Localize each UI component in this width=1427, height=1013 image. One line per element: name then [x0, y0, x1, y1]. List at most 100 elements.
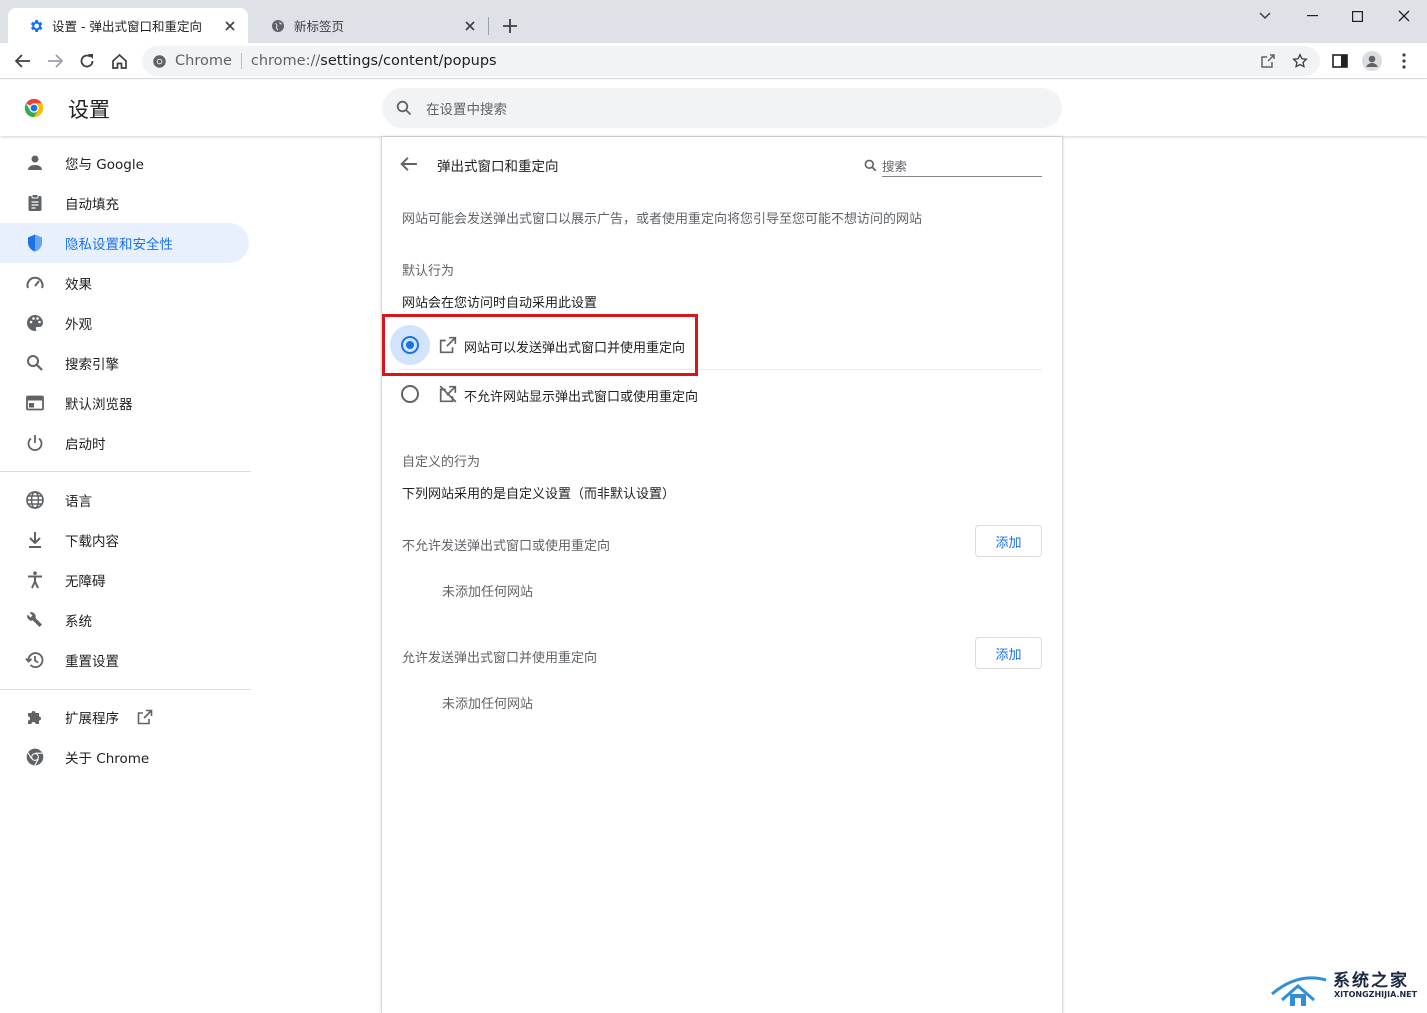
sidebar-item-label: 重置设置: [65, 654, 119, 670]
globe-icon: [26, 491, 44, 509]
sidebar-item-languages[interactable]: 语言: [0, 480, 249, 520]
side-panel-icon: [1332, 54, 1348, 68]
sidebar-item-about-chrome[interactable]: 关于 Chrome: [0, 737, 249, 777]
shield-icon: [28, 234, 42, 252]
gear-icon: [30, 19, 43, 32]
settings-search-input[interactable]: 在设置中搜索: [382, 88, 1062, 128]
wrench-icon: [27, 612, 42, 627]
open-external-icon: [137, 709, 153, 725]
arrow-left-icon: [15, 54, 30, 68]
option-label: 不允许网站显示弹出式窗口或使用重定向: [464, 390, 699, 405]
bookmark-button[interactable]: [1286, 47, 1314, 75]
site-search-input[interactable]: 搜索: [864, 153, 1042, 177]
menu-button[interactable]: [1390, 47, 1418, 75]
site-label: Chrome: [175, 53, 232, 69]
url-path: settings/content/popups: [320, 53, 497, 69]
sidebar-item-label: 系统: [65, 614, 92, 630]
chrome-logo-icon: [24, 98, 44, 118]
url-prefix: chrome://: [250, 53, 321, 69]
page-description: 网站可能会发送弹出式窗口以展示广告，或者使用重定向将您引导至您可能不想访问的网站: [402, 212, 923, 227]
sidebar-item-label: 搜索引擎: [65, 357, 119, 373]
back-button[interactable]: [400, 155, 420, 175]
minimize-button[interactable]: [1289, 0, 1335, 32]
person-icon: [28, 155, 42, 170]
watermark-text: 系统之家: [1333, 971, 1409, 991]
settings-search-placeholder: 在设置中搜索: [426, 102, 507, 118]
browser-icon: [26, 395, 44, 411]
tab-strip: 设置 - 弹出式窗口和重定向 新标签页: [0, 0, 1427, 43]
tab-search-button[interactable]: [1242, 0, 1288, 32]
maximize-button[interactable]: [1334, 0, 1380, 32]
sidebar-item-label: 默认浏览器: [65, 397, 133, 413]
allowed-empty-text: 未添加任何网站: [442, 697, 534, 712]
add-blocked-site-button[interactable]: 添加: [975, 525, 1042, 557]
tab-settings[interactable]: 设置 - 弹出式窗口和重定向: [8, 8, 248, 43]
allowed-list-label: 允许发送弹出式窗口并使用重定向: [402, 651, 598, 666]
search-icon: [864, 159, 877, 171]
search-icon: [396, 100, 412, 116]
address-bar[interactable]: Chrome chrome://settings/content/popups: [142, 46, 1320, 76]
sidebar-item-downloads[interactable]: 下载内容: [0, 520, 249, 560]
sidebar-item-label: 启动时: [65, 437, 106, 453]
sidebar-item-you-and-google[interactable]: 您与 Google: [0, 143, 249, 183]
side-panel-button[interactable]: [1326, 47, 1354, 75]
back-button[interactable]: [9, 47, 37, 75]
share-button[interactable]: [1254, 47, 1282, 75]
add-allowed-site-button[interactable]: 添加: [975, 637, 1042, 669]
forward-button[interactable]: [41, 47, 69, 75]
new-tab-button[interactable]: [499, 15, 521, 37]
download-icon: [29, 532, 41, 548]
home-button[interactable]: [105, 47, 133, 75]
default-behavior-heading: 默认行为: [402, 264, 455, 279]
power-icon: [27, 435, 43, 452]
sidebar-item-label: 关于 Chrome: [65, 751, 150, 767]
close-icon[interactable]: [222, 18, 238, 34]
sidebar-item-on-startup[interactable]: 启动时: [0, 423, 249, 463]
profile-button[interactable]: [1358, 47, 1386, 75]
chrome-icon: [26, 748, 44, 766]
sidebar-item-privacy-security[interactable]: 隐私设置和安全性: [0, 223, 249, 263]
tab-new-tab[interactable]: 新标签页: [250, 8, 488, 43]
home-icon: [111, 53, 127, 69]
blocked-list-label: 不允许发送弹出式窗口或使用重定向: [402, 539, 611, 554]
watermark: 系统之家 XITONGZHIJIA.NET: [1268, 964, 1418, 1008]
radio-block-popups[interactable]: [401, 385, 419, 403]
sidebar-item-appearance[interactable]: 外观: [0, 303, 249, 343]
default-behavior-subheading: 网站会在您访问时自动采用此设置: [402, 296, 598, 311]
sidebar-item-label: 扩展程序: [65, 711, 119, 727]
sidebar-item-autofill[interactable]: 自动填充: [0, 183, 249, 223]
site-search-placeholder: 搜索: [882, 158, 908, 174]
sidebar-item-extensions[interactable]: 扩展程序: [0, 697, 249, 737]
more-vertical-icon: [1402, 53, 1406, 69]
sidebar-item-search-engine[interactable]: 搜索引擎: [0, 343, 249, 383]
sidebar-item-label: 下载内容: [65, 534, 119, 550]
speedometer-icon: [26, 276, 44, 289]
sidebar-item-accessibility[interactable]: 无障碍: [0, 560, 249, 600]
sidebar-divider: [0, 689, 251, 690]
sidebar-item-system[interactable]: 系统: [0, 600, 249, 640]
star-icon: [1292, 53, 1308, 68]
close-window-button[interactable]: [1381, 0, 1427, 32]
url-text: chrome://settings/content/popups: [251, 53, 497, 69]
clipboard-icon: [28, 194, 42, 211]
watermark-logo: [1271, 976, 1327, 1006]
search-icon: [27, 355, 43, 371]
sidebar-item-label: 语言: [65, 494, 92, 510]
avatar-icon: [1362, 51, 1382, 71]
sidebar-item-reset-settings[interactable]: 重置设置: [0, 640, 249, 680]
browser-toolbar: Chrome chrome://settings/content/popups: [0, 43, 1427, 79]
sidebar-item-label: 外观: [65, 317, 92, 333]
reload-button[interactable]: [73, 47, 101, 75]
sidebar-item-label: 自动填充: [65, 197, 119, 213]
sidebar-item-performance[interactable]: 效果: [0, 263, 249, 303]
watermark-subtext: XITONGZHIJIA.NET: [1334, 990, 1418, 999]
history-icon: [25, 652, 44, 668]
sidebar-item-default-browser[interactable]: 默认浏览器: [0, 383, 249, 423]
settings-header: 设置 在设置中搜索: [0, 80, 1427, 136]
sidebar-item-label: 隐私设置和安全性: [65, 237, 173, 253]
tab-separator: [488, 17, 489, 35]
close-icon[interactable]: [462, 18, 478, 34]
option-block-popups[interactable]: 不允许网站显示弹出式窗口或使用重定向: [382, 372, 1062, 416]
reload-icon: [80, 54, 94, 68]
maximize-icon: [1351, 10, 1363, 22]
